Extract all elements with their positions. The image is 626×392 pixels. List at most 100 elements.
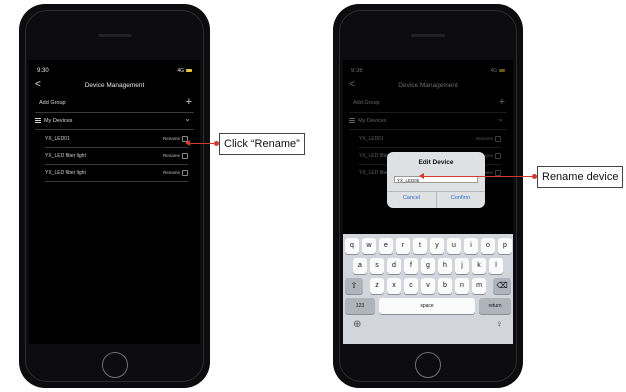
chevron-down-icon[interactable]: ⌄ <box>184 114 191 123</box>
key-z[interactable]: z <box>370 278 384 294</box>
cancel-button[interactable]: Cancel <box>387 195 436 201</box>
group-label: My Devices <box>35 117 72 124</box>
key-o[interactable]: o <box>481 238 495 254</box>
edit-device-dialog: Edit Device YX_LED05 Cancel Confirm <box>387 152 485 208</box>
list-icon <box>35 117 41 124</box>
plus-icon[interactable]: + <box>186 96 192 108</box>
numbers-key[interactable]: 123 <box>345 298 375 314</box>
key-d[interactable]: d <box>387 258 401 274</box>
add-group-label: Add Group <box>353 100 380 106</box>
key-y[interactable]: y <box>430 238 444 254</box>
key-i[interactable]: i <box>464 238 478 254</box>
status-bar: 9:36 4G <box>351 68 505 76</box>
status-icons: 4G <box>490 68 505 74</box>
status-icons: 4G <box>177 68 192 74</box>
key-a[interactable]: a <box>353 258 367 274</box>
signal-label: 4G <box>490 68 497 74</box>
chevron-down-icon[interactable]: ⌄ <box>497 114 504 123</box>
signal-label: 4G <box>177 68 184 74</box>
rename-label: Rename <box>475 136 493 142</box>
key-m[interactable]: m <box>472 278 486 294</box>
key-k[interactable]: k <box>472 258 486 274</box>
keyboard-row-4: 123 space return <box>343 298 513 315</box>
key-t[interactable]: t <box>413 238 427 254</box>
rename-button[interactable]: Rename <box>476 136 501 142</box>
right-phone-screen: 9:36 4G < Device Management Add Group + … <box>343 60 513 344</box>
callout-click-rename: Click “Rename” <box>219 133 305 155</box>
delete-icon[interactable] <box>182 153 188 159</box>
key-u[interactable]: u <box>447 238 461 254</box>
left-phone-screen: 9:30 4G < Device Management Add Group + … <box>29 60 200 344</box>
nav-bar: < Device Management <box>29 79 200 92</box>
keyboard-bottom-row: ⊕ ♀ <box>343 318 513 335</box>
divider <box>349 129 507 130</box>
divider <box>45 164 188 165</box>
key-n[interactable]: n <box>455 278 469 294</box>
delete-key[interactable]: ⌫ <box>493 278 511 294</box>
return-key[interactable]: return <box>479 298 511 314</box>
right-phone: 9:36 4G < Device Management Add Group + … <box>333 4 523 388</box>
key-w[interactable]: w <box>362 238 376 254</box>
key-x[interactable]: x <box>387 278 401 294</box>
arrowhead-icon <box>185 140 190 146</box>
group-name: My Devices <box>44 117 73 124</box>
delete-icon[interactable] <box>182 170 188 176</box>
group-row-my-devices[interactable]: My Devices ⌄ <box>35 113 194 128</box>
group-row-my-devices[interactable]: My Devices ⌄ <box>349 113 507 128</box>
confirm-button[interactable]: Confirm <box>436 195 485 201</box>
key-c[interactable]: c <box>404 278 418 294</box>
divider <box>45 147 188 148</box>
device-row: YX_LED01 Rename <box>45 132 188 146</box>
add-group-row[interactable]: Add Group + <box>349 96 507 111</box>
device-name: YX_LED01 <box>45 136 70 142</box>
key-p[interactable]: p <box>498 238 512 254</box>
globe-icon[interactable]: ⊕ <box>353 319 361 330</box>
rename-label: Rename <box>162 136 180 142</box>
rename-label: Rename <box>162 153 180 159</box>
battery-icon <box>499 69 505 73</box>
list-icon <box>349 117 355 124</box>
home-button[interactable] <box>101 352 128 378</box>
shift-key[interactable]: ⇧ <box>345 278 363 294</box>
rename-button[interactable]: Rename <box>163 170 188 176</box>
delete-icon[interactable] <box>495 136 501 142</box>
key-v[interactable]: v <box>421 278 435 294</box>
key-q[interactable]: q <box>345 238 359 254</box>
arrowhead-icon <box>419 173 424 179</box>
phone-speaker <box>411 34 445 37</box>
plus-icon[interactable]: + <box>499 96 505 108</box>
callout-rename-device: Rename device <box>537 166 624 188</box>
key-g[interactable]: g <box>421 258 435 274</box>
callout-arrow-left <box>185 140 219 146</box>
key-s[interactable]: s <box>370 258 384 274</box>
group-name: My Devices <box>358 117 387 124</box>
keyboard: q w e r t y u i o p a s d f g h j k l ⇧ … <box>343 234 513 344</box>
dialog-title: Edit Device <box>418 159 454 166</box>
key-f[interactable]: f <box>404 258 418 274</box>
phone-speaker <box>97 34 132 37</box>
space-key[interactable]: space <box>379 298 475 314</box>
microphone-icon[interactable]: ♀ <box>496 319 504 330</box>
device-row: YX_LED01 Rename <box>359 132 501 146</box>
delete-icon[interactable] <box>495 153 501 159</box>
key-j[interactable]: j <box>455 258 469 274</box>
status-bar: 9:30 4G <box>37 68 192 76</box>
key-b[interactable]: b <box>438 278 452 294</box>
nav-bar: < Device Management <box>343 79 513 92</box>
battery-icon <box>186 69 192 73</box>
device-name: YX_LED fiber light <box>45 170 86 176</box>
device-name: YX_LED fiber light <box>45 153 86 159</box>
key-r[interactable]: r <box>396 238 410 254</box>
device-name: YX_LED01 <box>359 136 384 142</box>
key-l[interactable]: l <box>489 258 503 274</box>
device-row: YX_LED fiber light Rename <box>45 149 188 163</box>
keyboard-row-3: ⇧ z x c v b n m ⌫ <box>343 278 513 295</box>
key-h[interactable]: h <box>438 258 452 274</box>
key-e[interactable]: e <box>379 238 393 254</box>
home-button[interactable] <box>415 352 441 378</box>
rename-button[interactable]: Rename <box>163 153 188 159</box>
add-group-row[interactable]: Add Group + <box>35 96 194 111</box>
device-row: YX_LED fiber light Rename <box>45 166 188 180</box>
page-title: Device Management <box>398 82 458 89</box>
divider <box>35 129 194 130</box>
